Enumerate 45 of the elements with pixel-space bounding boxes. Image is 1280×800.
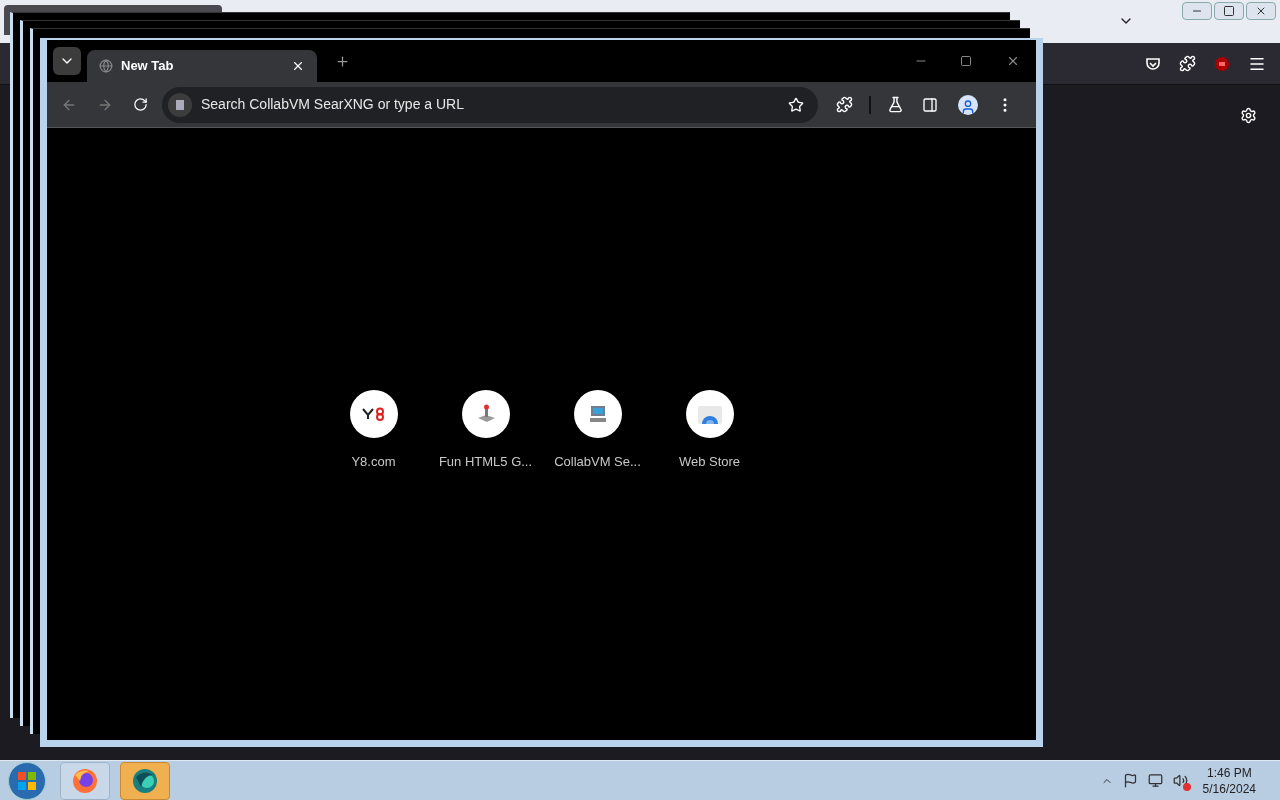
close-icon[interactable] — [291, 59, 305, 73]
profile-icon[interactable] — [958, 94, 978, 115]
y8-logo-icon — [360, 407, 387, 421]
shortcut-label: CollabVM Se... — [554, 453, 641, 471]
extensions-icon[interactable] — [836, 96, 853, 113]
app-taskbar-button[interactable] — [120, 761, 170, 800]
site-icon — [168, 92, 192, 117]
firefox-logo — [71, 766, 99, 795]
network-icon[interactable] — [1147, 773, 1163, 788]
bookmark-star-icon[interactable] — [788, 96, 804, 113]
maximize-icon[interactable] — [960, 55, 972, 67]
shortcut-label: Fun HTML5 G... — [438, 453, 533, 471]
web-store-icon — [696, 403, 723, 425]
firefox-taskbar-button[interactable] — [60, 761, 110, 800]
shortcut-tile[interactable]: Y8.com — [321, 390, 426, 740]
volume-muted-icon[interactable] — [1172, 772, 1189, 789]
shortcut-tile[interactable]: CollabVM Se... — [545, 390, 650, 740]
shortcut-label: Web Store — [678, 453, 741, 471]
close-icon — [1255, 5, 1267, 17]
url-input[interactable]: Search CollabVM SearXNG or type a URL — [201, 94, 788, 115]
pocket-icon[interactable] — [1145, 55, 1161, 72]
flag-icon[interactable] — [1122, 773, 1138, 788]
shortcut-tile[interactable]: Web Store — [657, 390, 762, 740]
clock-date: 5/16/2024 — [1202, 780, 1256, 797]
restore-icon — [1223, 5, 1235, 17]
shortcut-label: Y8.com — [351, 453, 396, 471]
shortcut-tile[interactable]: Fun HTML5 G... — [433, 390, 538, 740]
settings-icon[interactable] — [1240, 107, 1257, 124]
tab-title: New Tab — [121, 57, 175, 76]
close-button[interactable] — [1246, 2, 1276, 20]
tab[interactable]: New Tab — [87, 50, 317, 82]
new-tab-icon[interactable] — [335, 53, 350, 69]
side-panel-icon[interactable] — [922, 96, 938, 113]
tab-search-button[interactable] — [53, 47, 81, 75]
start-button[interactable] — [8, 761, 46, 800]
restore-button[interactable] — [1214, 2, 1244, 20]
clock-time: 1:46 PM — [1206, 764, 1252, 781]
address-bar[interactable]: Search CollabVM SearXNG or type a URL — [162, 86, 818, 123]
windows-logo — [17, 770, 37, 791]
flask-icon[interactable] — [887, 96, 904, 113]
reload-icon[interactable] — [133, 97, 148, 112]
globe-icon — [99, 59, 113, 73]
app-logo — [131, 766, 159, 795]
extensions-icon[interactable] — [1179, 55, 1196, 72]
close-icon[interactable] — [1006, 54, 1020, 68]
